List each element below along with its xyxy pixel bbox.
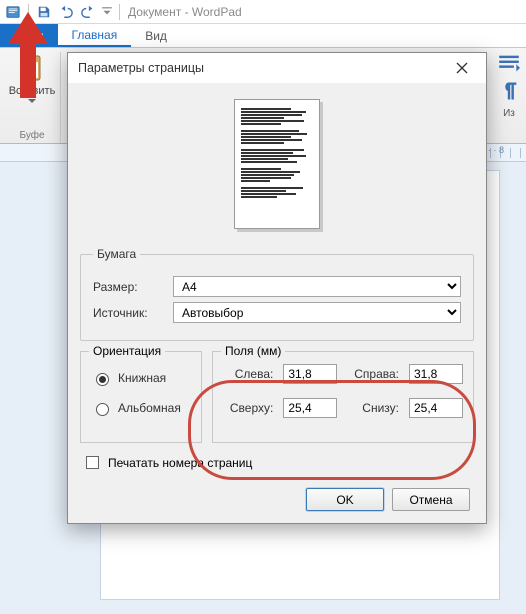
- paragraph-icon[interactable]: [498, 80, 520, 102]
- save-icon[interactable]: [35, 3, 53, 21]
- print-page-numbers-checkbox[interactable]: [86, 456, 99, 469]
- window-title: Документ - WordPad: [128, 5, 242, 19]
- bottom-margin-input[interactable]: [409, 398, 463, 418]
- margins-group: Поля (мм) Слева: Справа: Сверху: Снизу:: [212, 351, 474, 443]
- left-margin-input[interactable]: [283, 364, 337, 384]
- chevron-down-icon: [28, 99, 36, 104]
- app-icon: [4, 3, 22, 21]
- bottom-margin-label: Снизу:: [347, 401, 399, 415]
- print-page-numbers-label: Печатать номера страниц: [108, 456, 252, 470]
- tab-file[interactable]: Файл: [0, 24, 58, 47]
- page-preview: [80, 91, 474, 247]
- right-margin-input[interactable]: [409, 364, 463, 384]
- group-buffer-label: Буфе: [19, 130, 44, 143]
- margins-legend: Поля (мм): [221, 344, 285, 358]
- paste-button[interactable]: Вставить: [10, 52, 54, 104]
- ribbon-misc-icon-1[interactable]: [498, 52, 520, 74]
- title-bar: Документ - WordPad: [0, 0, 526, 24]
- tab-home[interactable]: Главная: [58, 24, 132, 47]
- paper-group: Бумага Размер: A4 Источник: Автовыбор: [80, 247, 474, 341]
- dialog-titlebar: Параметры страницы: [68, 53, 486, 83]
- cancel-button[interactable]: Отмена: [392, 488, 470, 511]
- dialog-title: Параметры страницы: [78, 61, 204, 75]
- source-select[interactable]: Автовыбор: [173, 302, 461, 323]
- paper-legend: Бумага: [93, 247, 140, 261]
- orientation-group: Ориентация Книжная Альбомная: [80, 351, 202, 443]
- orientation-portrait[interactable]: Книжная: [91, 370, 193, 386]
- size-label: Размер:: [93, 280, 173, 294]
- top-margin-label: Сверху:: [223, 401, 273, 415]
- orientation-legend: Ориентация: [89, 344, 165, 358]
- ok-button[interactable]: OK: [306, 488, 384, 511]
- right-margin-label: Справа:: [347, 367, 399, 381]
- landscape-label: Альбомная: [118, 401, 181, 415]
- qat-dropdown-icon[interactable]: [101, 3, 113, 21]
- size-select[interactable]: A4: [173, 276, 461, 297]
- ribbon-group-clipboard: Вставить Буфе: [4, 52, 61, 143]
- tab-view[interactable]: Вид: [131, 24, 181, 47]
- landscape-radio[interactable]: [96, 403, 109, 416]
- ribbon-right-label: Из: [503, 108, 515, 119]
- ribbon-tabs: Файл Главная Вид: [0, 24, 526, 48]
- page-setup-dialog: Параметры страницы Бумага Размер:: [67, 52, 487, 524]
- redo-icon[interactable]: [79, 3, 97, 21]
- undo-icon[interactable]: [57, 3, 75, 21]
- left-margin-label: Слева:: [223, 367, 273, 381]
- close-icon: [456, 62, 468, 74]
- portrait-radio[interactable]: [96, 373, 109, 386]
- top-margin-input[interactable]: [283, 398, 337, 418]
- source-label: Источник:: [93, 306, 173, 320]
- orientation-landscape[interactable]: Альбомная: [91, 400, 193, 416]
- paste-label: Вставить: [9, 86, 56, 97]
- close-button[interactable]: [448, 57, 476, 79]
- portrait-label: Книжная: [118, 371, 166, 385]
- clipboard-icon: [16, 52, 48, 84]
